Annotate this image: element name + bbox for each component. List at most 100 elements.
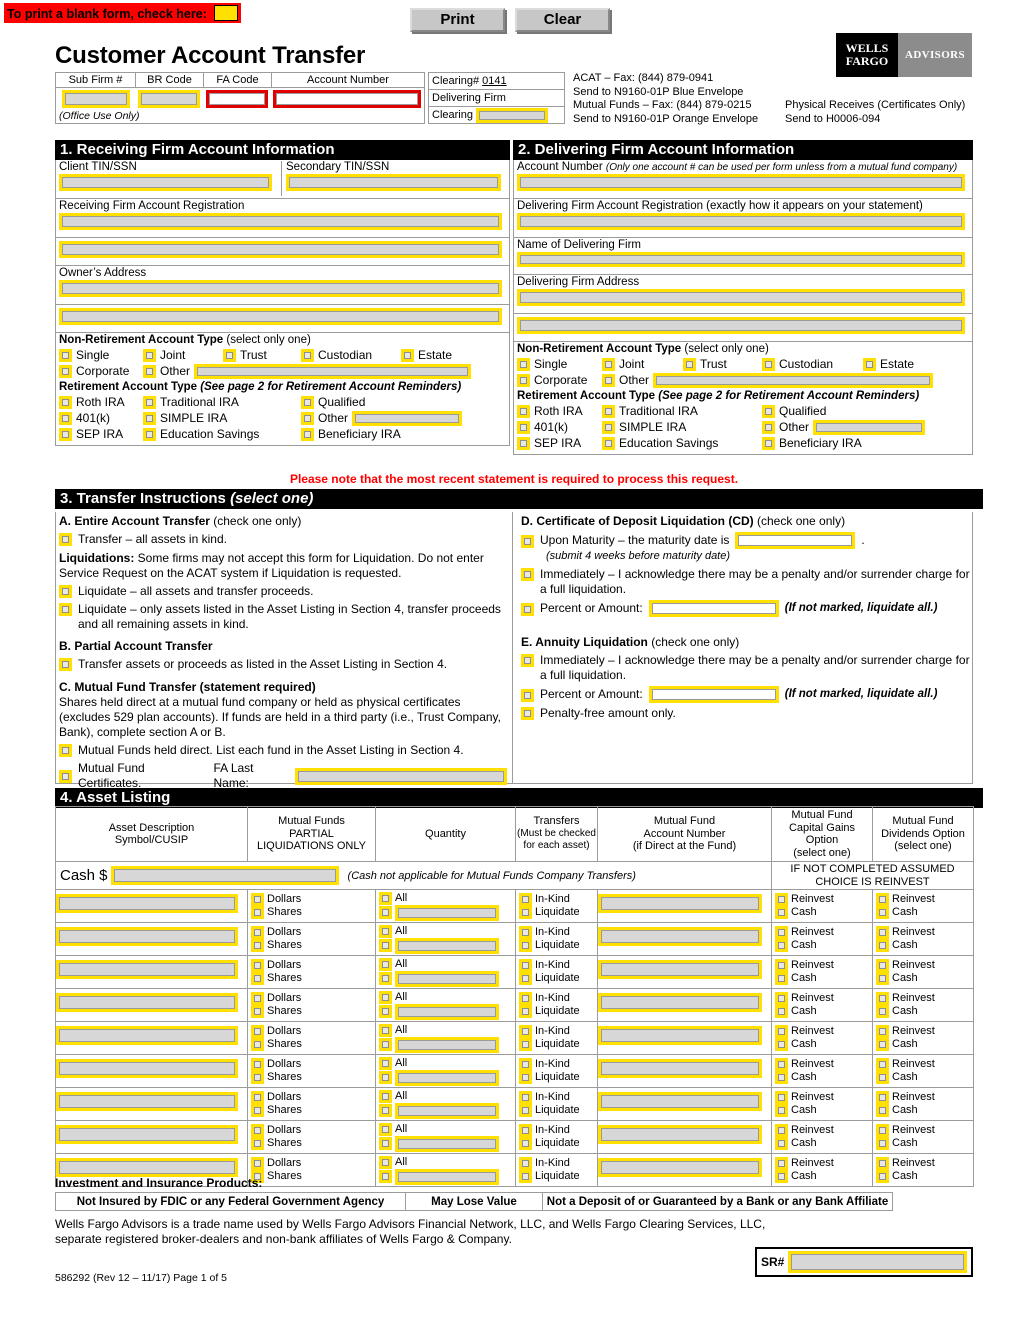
checkbox-icon[interactable]: [379, 1089, 392, 1103]
checkbox-icon[interactable]: [379, 891, 392, 905]
cg-cash-option-5[interactable]: Cash: [772, 1071, 872, 1084]
asset-description-input-3[interactable]: [56, 993, 238, 1012]
checkbox-icon[interactable]: [519, 893, 532, 906]
cash-input[interactable]: [110, 866, 339, 885]
asset-description-input-2[interactable]: [56, 960, 238, 979]
checkbox-icon[interactable]: [143, 412, 156, 425]
checkbox-icon[interactable]: [517, 405, 530, 418]
checkbox-icon[interactable]: [876, 1124, 889, 1137]
all-option-4[interactable]: All: [376, 1023, 515, 1037]
dollars-option-6[interactable]: Dollars: [248, 1091, 375, 1104]
checkbox-icon[interactable]: [775, 972, 788, 985]
b-item-partial[interactable]: Transfer assets or proceeds as listed in…: [59, 657, 507, 672]
checkbox-icon[interactable]: [519, 906, 532, 919]
checkbox-icon[interactable]: [876, 906, 889, 919]
checkbox-icon[interactable]: [775, 1071, 788, 1084]
all-option-3[interactable]: All: [376, 990, 515, 1004]
a-item-liquidate-all[interactable]: Liquidate – all assets and transfer proc…: [59, 584, 507, 599]
checkbox-icon[interactable]: [876, 992, 889, 1005]
checkbox-icon[interactable]: [379, 1005, 392, 1018]
cg-cash-option-7[interactable]: Cash: [772, 1137, 872, 1150]
div-reinvest-option-8[interactable]: Reinvest: [873, 1157, 973, 1170]
div-cash-option-7[interactable]: Cash: [873, 1137, 973, 1150]
quantity-entry-3[interactable]: [376, 1003, 515, 1020]
checkbox-icon[interactable]: [251, 906, 264, 919]
client-tin-input[interactable]: [59, 174, 272, 191]
checkbox-icon[interactable]: [775, 939, 788, 952]
print-button[interactable]: Print: [410, 8, 505, 32]
checkbox-icon[interactable]: [775, 1058, 788, 1071]
checkbox-icon[interactable]: [775, 992, 788, 1005]
checkbox-icon[interactable]: [876, 893, 889, 906]
checkbox-icon[interactable]: [143, 428, 156, 441]
checkbox-icon[interactable]: [251, 992, 264, 1005]
a-item-transfer-in-kind[interactable]: Transfer – all assets in kind.: [59, 532, 507, 547]
mf-account-number-input-3[interactable]: [598, 993, 762, 1012]
checkbox-icon[interactable]: [379, 939, 392, 952]
checkbox-icon[interactable]: [251, 893, 264, 906]
quantity-entry-8[interactable]: [376, 1168, 515, 1185]
mf-account-number-input-8[interactable]: [598, 1158, 762, 1177]
div-cash-option-6[interactable]: Cash: [873, 1104, 973, 1117]
in-kind-option-8[interactable]: In-Kind: [516, 1157, 597, 1170]
checkbox-icon[interactable]: [876, 1071, 889, 1084]
delivering-address-input-2[interactable]: [517, 317, 965, 334]
clear-button[interactable]: Clear: [515, 8, 610, 32]
checkbox-icon[interactable]: [59, 744, 72, 757]
nonret-joint-r[interactable]: Joint: [602, 357, 683, 372]
checkbox-icon[interactable]: [517, 374, 530, 387]
asset-description-input-0[interactable]: [56, 894, 238, 913]
checkbox-icon[interactable]: [876, 1157, 889, 1170]
all-option-7[interactable]: All: [376, 1122, 515, 1136]
mf-account-number-input-6[interactable]: [598, 1092, 762, 1111]
ret-other-input-r[interactable]: [813, 420, 926, 435]
dollars-option-4[interactable]: Dollars: [248, 1025, 375, 1038]
checkbox-icon[interactable]: [521, 688, 534, 702]
checkbox-icon[interactable]: [762, 405, 775, 418]
checkbox-icon[interactable]: [59, 396, 72, 409]
checkbox-icon[interactable]: [519, 1170, 532, 1183]
cg-reinvest-option-0[interactable]: Reinvest: [772, 893, 872, 906]
account-number-input[interactable]: [273, 90, 422, 108]
quantity-input-7[interactable]: [395, 1135, 499, 1152]
checkbox-icon[interactable]: [251, 1071, 264, 1084]
a-item-liquidate-listed[interactable]: Liquidate – only assets listed in the As…: [59, 602, 507, 632]
checkbox-icon[interactable]: [519, 1124, 532, 1137]
checkbox-icon[interactable]: [762, 421, 775, 434]
ret-qualified-r[interactable]: Qualified: [762, 404, 826, 419]
nonret-single-l[interactable]: Single: [59, 348, 143, 363]
dollars-option-7[interactable]: Dollars: [248, 1124, 375, 1137]
quantity-input-4[interactable]: [395, 1036, 499, 1053]
quantity-entry-7[interactable]: [376, 1135, 515, 1152]
cg-reinvest-option-2[interactable]: Reinvest: [772, 959, 872, 972]
checkbox-icon[interactable]: [379, 906, 392, 919]
ret-other-input-l[interactable]: [352, 411, 463, 426]
delivering-registration-input[interactable]: [517, 213, 965, 230]
checkbox-icon[interactable]: [519, 1137, 532, 1150]
checkbox-icon[interactable]: [59, 585, 72, 598]
checkbox-icon[interactable]: [379, 1155, 392, 1169]
ret-other-l[interactable]: Other: [301, 411, 348, 426]
quantity-input-0[interactable]: [395, 904, 499, 921]
quantity-input-6[interactable]: [395, 1102, 499, 1119]
ret-traditional-r[interactable]: Traditional IRA: [602, 404, 762, 419]
all-option-1[interactable]: All: [376, 924, 515, 938]
checkbox-icon[interactable]: [775, 1170, 788, 1183]
asset-description-input-4[interactable]: [56, 1026, 238, 1045]
in-kind-option-6[interactable]: In-Kind: [516, 1091, 597, 1104]
checkbox-icon[interactable]: [876, 939, 889, 952]
nonret-other-input-r[interactable]: [653, 373, 934, 388]
delivering-address-input-1[interactable]: [517, 289, 965, 306]
div-reinvest-option-0[interactable]: Reinvest: [873, 893, 973, 906]
nonret-corporate-r[interactable]: Corporate: [517, 373, 602, 388]
checkbox-icon[interactable]: [251, 1104, 264, 1117]
quantity-entry-2[interactable]: [376, 970, 515, 987]
checkbox-icon[interactable]: [775, 906, 788, 919]
checkbox-icon[interactable]: [251, 1058, 264, 1071]
checkbox-icon[interactable]: [251, 1005, 264, 1018]
checkbox-icon[interactable]: [379, 957, 392, 971]
receiving-registration-input-2[interactable]: [59, 241, 502, 258]
all-option-6[interactable]: All: [376, 1089, 515, 1103]
checkbox-icon[interactable]: [876, 972, 889, 985]
checkbox-icon[interactable]: [59, 658, 72, 671]
